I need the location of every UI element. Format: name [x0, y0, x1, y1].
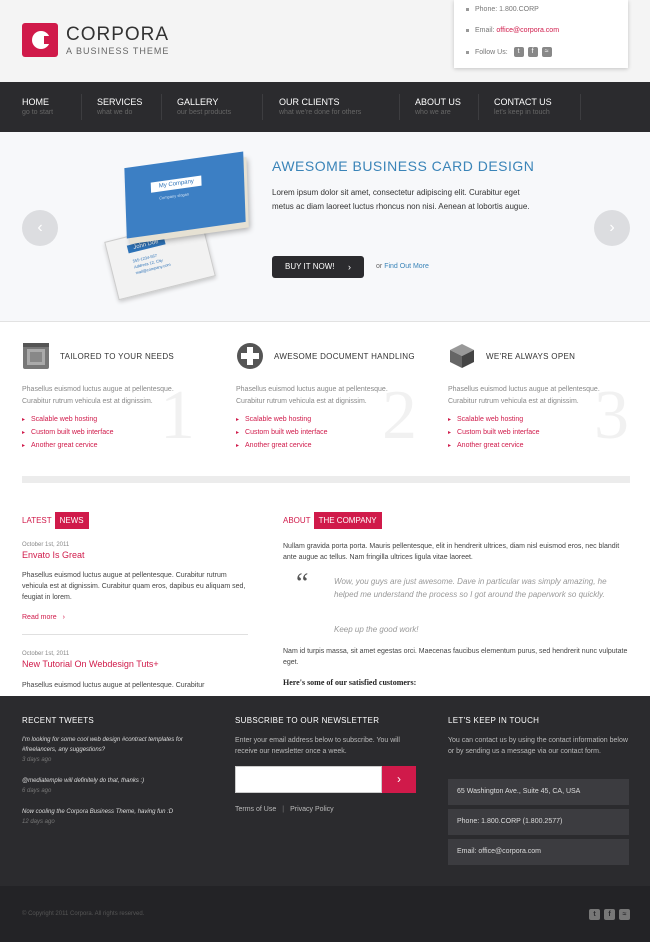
bottom-bar: © Copyright 2011 Corpora. All rights res… [0, 886, 650, 942]
slide-title: AWESOME BUSINESS CARD DESIGN [272, 158, 535, 174]
news-separator [22, 634, 248, 635]
news-date: October 1st, 2011 [22, 651, 70, 657]
nav-home[interactable]: HOME go to start [22, 97, 53, 116]
main-nav: HOME go to start SERVICES what we do GALLE… [0, 82, 650, 132]
feature-list-item[interactable]: ▸ Scalable web hosting [22, 416, 114, 429]
nav-services[interactable]: SERVICES what we do [97, 97, 142, 116]
news-text: Phasellus euismod luctus augue at pellen… [22, 682, 205, 689]
slide-text: Lorem ipsum dolor sit amet, consectetur … [272, 188, 530, 211]
find-out-more-link[interactable]: Find Out More [384, 263, 429, 270]
logo-name[interactable]: CORPORA [66, 24, 169, 46]
rss-icon[interactable]: ≈ [541, 47, 552, 57]
read-more-link[interactable]: Read more › [22, 614, 65, 621]
touch-text: You can contact us by using the contact … [448, 737, 628, 755]
twitter-icon[interactable]: t [513, 47, 524, 57]
news-title[interactable]: New Tutorial On Webdesign Tuts+ [22, 659, 159, 669]
feature-list-item[interactable]: ▸ Another great cervice [236, 442, 328, 455]
tweets-title: RECENT TWEETS [22, 716, 95, 725]
address-box: 65 Washington Ave., Suite 45, CA, USA [448, 779, 629, 805]
feature-list-item[interactable]: ▸ Custom built web interface [448, 429, 540, 442]
copyright-text: © Copyright 2011 Corpora. All rights res… [22, 911, 145, 917]
feature-text: Phasellus euismod luctus augue at pellen… [22, 386, 174, 405]
twitter-icon[interactable]: t [589, 909, 600, 920]
logo-icon[interactable] [22, 23, 58, 57]
logo-tagline: A BUSINESS THEME [66, 46, 170, 56]
footer-links: Terms of Use | Privacy Policy [235, 806, 334, 813]
business-card-front: My Company Company slogan [124, 151, 246, 239]
contact-box: Phone: 1.800.CORP Email: office@corpora.… [454, 0, 628, 68]
nav-about-us[interactable]: ABOUT US who we are [415, 97, 461, 116]
chevron-right-icon: › [348, 262, 351, 272]
contact-email: Email: office@corpora.com [466, 27, 559, 37]
feature-list-item[interactable]: ▸ Another great cervice [22, 442, 114, 455]
site-footer: RECENT TWEETS I'm looking for some cool … [0, 696, 650, 886]
follow-row: Follow Us: t f ≈ [466, 47, 552, 57]
terms-link[interactable]: Terms of Use [235, 806, 276, 813]
buy-now-button[interactable]: BUY IT NOW! › [272, 256, 364, 278]
privacy-link[interactable]: Privacy Policy [290, 806, 334, 813]
email-link[interactable]: office@corpora.com [496, 27, 559, 34]
cube-icon [450, 344, 474, 368]
contact-phone: Phone: 1.800.CORP [466, 6, 539, 16]
rss-icon[interactable]: ≈ [619, 909, 630, 920]
site-header: CORPORA A BUSINESS THEME Phone: 1.800.CO… [0, 0, 650, 82]
about-paragraph-2: Nam id turpis massa, sit amet egestas or… [283, 648, 628, 666]
news-title[interactable]: Envato Is Great [22, 550, 85, 560]
feature-list-item[interactable]: ▸ Another great cervice [448, 442, 540, 455]
tweet-item[interactable]: Now cooling the Corpora Business Theme, … [22, 807, 212, 827]
slider-prev-arrow-icon[interactable]: ‹ [22, 210, 58, 246]
newsletter-submit-button[interactable]: › [382, 766, 416, 793]
feature-text: Phasellus euismod luctus augue at pellen… [236, 386, 388, 405]
find-out-more: or Find Out More [376, 263, 429, 270]
quote-icon: “ [296, 568, 309, 599]
newsletter-title: SUBSCRIBE TO OUR NEWSLETTER [235, 716, 380, 725]
feature-title: AWESOME DOCUMENT HANDLING [274, 352, 415, 361]
nav-gallery[interactable]: GALLERY our best products [177, 97, 231, 116]
section-divider [22, 476, 630, 483]
about-paragraph: Nullam gravida porta porta. Mauris pelle… [283, 543, 620, 561]
feature-text: Phasellus euismod luctus augue at pellen… [448, 386, 600, 405]
plus-icon [237, 343, 263, 369]
news-text: Phasellus euismod luctus augue at pellen… [22, 572, 246, 601]
window-icon [23, 343, 49, 369]
news-date: October 1st, 2011 [22, 542, 70, 548]
feature-list-item[interactable]: ▸ Scalable web hosting [448, 416, 540, 429]
facebook-icon[interactable]: f [527, 47, 538, 57]
testimonial-closing: Keep up the good work! [334, 625, 419, 634]
feature-list-item[interactable]: ▸ Scalable web hosting [236, 416, 328, 429]
email-box: Email: office@corpora.com [448, 839, 629, 865]
tweet-item[interactable]: @mediatemple will definitely do that, th… [22, 776, 212, 796]
nav-our-clients[interactable]: OUR CLIENTS what we're done for others [279, 97, 361, 116]
feature-list-item[interactable]: ▸ Custom built web interface [22, 429, 114, 442]
facebook-icon[interactable]: f [604, 909, 615, 920]
newsletter-email-input[interactable] [235, 766, 382, 793]
nav-contact-us[interactable]: CONTACT US let's keep in touch [494, 97, 552, 116]
chevron-right-icon: › [62, 614, 65, 621]
newsletter-text: Enter your email address below to subscr… [235, 737, 400, 755]
latest-news-heading: LATEST NEWS [22, 512, 89, 529]
touch-title: LET'S KEEP IN TOUCH [448, 716, 540, 725]
feature-title: WE'RE ALWAYS OPEN [486, 352, 576, 361]
phone-box: Phone: 1.800.CORP (1.800.2577) [448, 809, 629, 835]
about-heading: ABOUT THE COMPANY [283, 512, 382, 529]
tweet-item[interactable]: I'm looking for some cool web design #co… [22, 735, 212, 765]
customers-heading: Here's some of our satisfied customers: [283, 678, 417, 687]
slider-next-arrow-icon[interactable]: › [594, 210, 630, 246]
testimonial-quote: Wow, you guys are just awesome. Dave in … [334, 577, 607, 599]
hero-slider: ‹ › John Doe 555-1234-567 Address 12, Cit… [0, 132, 650, 322]
feature-title: TAILORED TO YOUR NEEDS [60, 352, 175, 361]
feature-list-item[interactable]: ▸ Custom built web interface [236, 429, 328, 442]
